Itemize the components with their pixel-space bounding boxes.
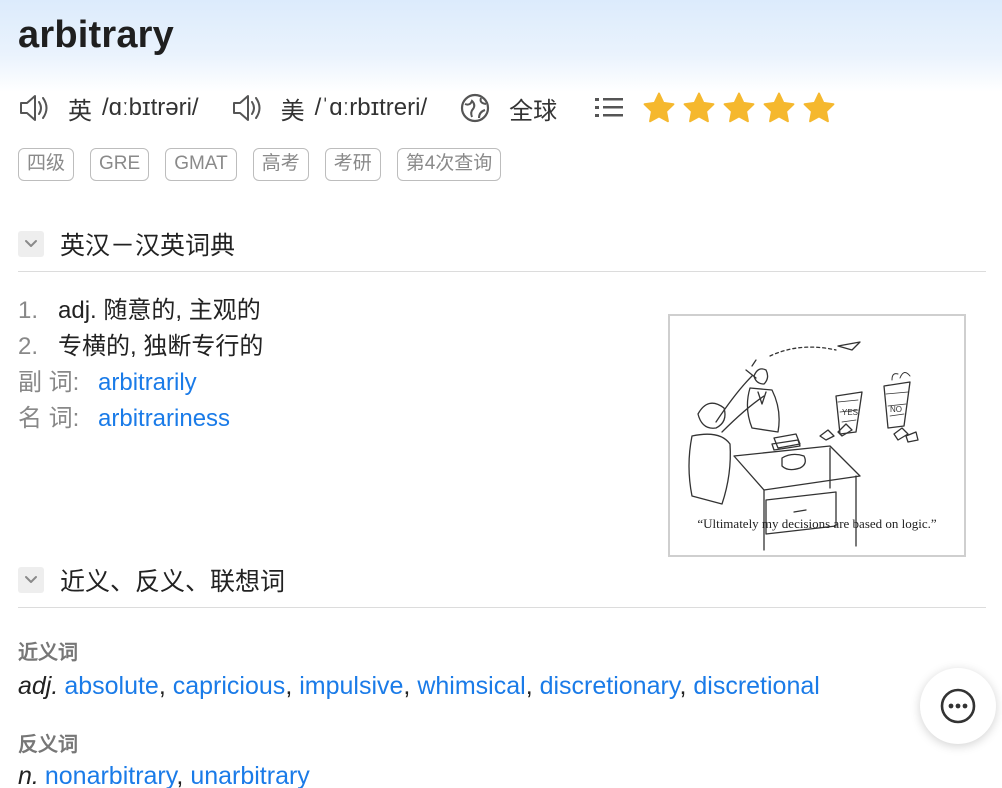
chat-bubble-icon bbox=[940, 688, 976, 724]
part-of-speech: adj. bbox=[18, 672, 59, 700]
derivative-label: 名 词: bbox=[18, 405, 80, 432]
cartoon-caption: “Ultimately my decisions are based on lo… bbox=[697, 516, 937, 531]
pronunciation-region: 英 bbox=[68, 97, 92, 125]
section-toggle-dictionary[interactable]: 英汉－汉英词典 bbox=[18, 226, 235, 262]
pronunciation-global[interactable]: 全球 bbox=[459, 91, 557, 126]
divider bbox=[18, 607, 986, 608]
pronunciation-ipa: /ɑːbɪtrəri/ bbox=[102, 94, 199, 121]
synonym-link[interactable]: impulsive bbox=[299, 672, 403, 700]
cartoon-illustration: YES NO “Ultimately my decisions are base… bbox=[668, 314, 966, 557]
globe-icon[interactable] bbox=[459, 92, 491, 124]
synonym-link[interactable]: absolute bbox=[64, 672, 159, 700]
definition-text: 专横的, 独断专行的 bbox=[58, 333, 264, 360]
synonyms-row: adj. absolute, capricious, impulsive, whi… bbox=[18, 672, 820, 700]
chevron-down-icon[interactable] bbox=[18, 231, 44, 257]
star-icon bbox=[683, 92, 715, 123]
antonym-link[interactable]: unarbitrary bbox=[190, 762, 310, 788]
pronunciation-region: 美 bbox=[280, 97, 305, 125]
synonym-link[interactable]: discretional bbox=[693, 672, 819, 700]
tag-gmat: GMAT bbox=[165, 148, 237, 181]
chevron-down-icon[interactable] bbox=[18, 567, 44, 593]
star-icon bbox=[723, 92, 755, 123]
antonym-link[interactable]: nonarbitrary bbox=[45, 762, 177, 788]
tag-kaoyan: 考研 bbox=[324, 148, 381, 181]
divider bbox=[18, 271, 986, 272]
definition-text: adj. 随意的, 主观的 bbox=[58, 297, 261, 324]
synonyms-label: 近义词 bbox=[18, 642, 78, 664]
definition-number: 2. bbox=[18, 333, 39, 360]
pronunciation-us[interactable]: 美 /ˈɑːrbɪtreri/ bbox=[231, 91, 428, 126]
tag-gre: GRE bbox=[90, 148, 150, 181]
exam-tags: 四级 GRE GMAT 高考 考研 第4次查询 bbox=[18, 148, 502, 181]
derivative-link[interactable]: arbitrariness bbox=[98, 401, 230, 437]
antonyms-row: n. nonarbitrary, unarbitrary bbox=[18, 762, 310, 788]
pronunciation-ipa: /ˈɑːrbɪtreri/ bbox=[314, 94, 428, 121]
section-title: 英汉－汉英词典 bbox=[60, 232, 236, 260]
list-icon[interactable] bbox=[593, 94, 625, 122]
tag-lookup-count: 第4次查询 bbox=[396, 148, 502, 181]
part-of-speech: n. bbox=[18, 762, 39, 788]
speaker-icon[interactable] bbox=[231, 93, 265, 123]
definition-number: 1. bbox=[18, 297, 39, 324]
definition-list: 1. adj. 随意的, 主观的 2. 专横的, 独断专行的 副 词: arbi… bbox=[18, 293, 263, 437]
definition-item: 2. 专横的, 独断专行的 bbox=[18, 329, 263, 365]
cartoon-bin-label: YES bbox=[842, 408, 858, 417]
derivative-link[interactable]: arbitrarily bbox=[98, 365, 197, 401]
star-icon bbox=[763, 92, 795, 123]
cartoon-bin-label: NO bbox=[890, 405, 902, 414]
derivative-item: 名 词: arbitrariness bbox=[18, 401, 263, 437]
chat-button[interactable] bbox=[920, 668, 996, 744]
global-label: 全球 bbox=[509, 97, 558, 125]
star-icon bbox=[803, 92, 835, 123]
derivative-item: 副 词: arbitrarily bbox=[18, 365, 263, 401]
definition-item: 1. adj. 随意的, 主观的 bbox=[18, 293, 263, 329]
tag-cet4: 四级 bbox=[18, 148, 75, 181]
section-title: 近义、反义、联想词 bbox=[60, 568, 286, 596]
star-rating bbox=[641, 91, 837, 125]
section-toggle-synonyms[interactable]: 近义、反义、联想词 bbox=[18, 562, 285, 598]
synonym-link[interactable]: capricious bbox=[173, 672, 286, 700]
synonym-link[interactable]: discretionary bbox=[540, 672, 680, 700]
tag-gaokao: 高考 bbox=[252, 148, 309, 181]
speaker-icon[interactable] bbox=[18, 93, 52, 123]
antonyms-label: 反义词 bbox=[18, 734, 78, 756]
star-icon bbox=[643, 92, 675, 123]
pronunciation-uk[interactable]: 英 /ɑːbɪtrəri/ bbox=[18, 91, 199, 126]
pronunciation-row: 英 /ɑːbɪtrəri/ 美 /ˈɑːrbɪtreri/ 全球 bbox=[18, 88, 837, 128]
synonym-link[interactable]: whimsical bbox=[417, 672, 525, 700]
derivative-label: 副 词: bbox=[18, 369, 80, 396]
word-title: arbitrary bbox=[18, 14, 174, 56]
cartoon-drawing: YES NO “Ultimately my decisions are base… bbox=[688, 341, 937, 551]
